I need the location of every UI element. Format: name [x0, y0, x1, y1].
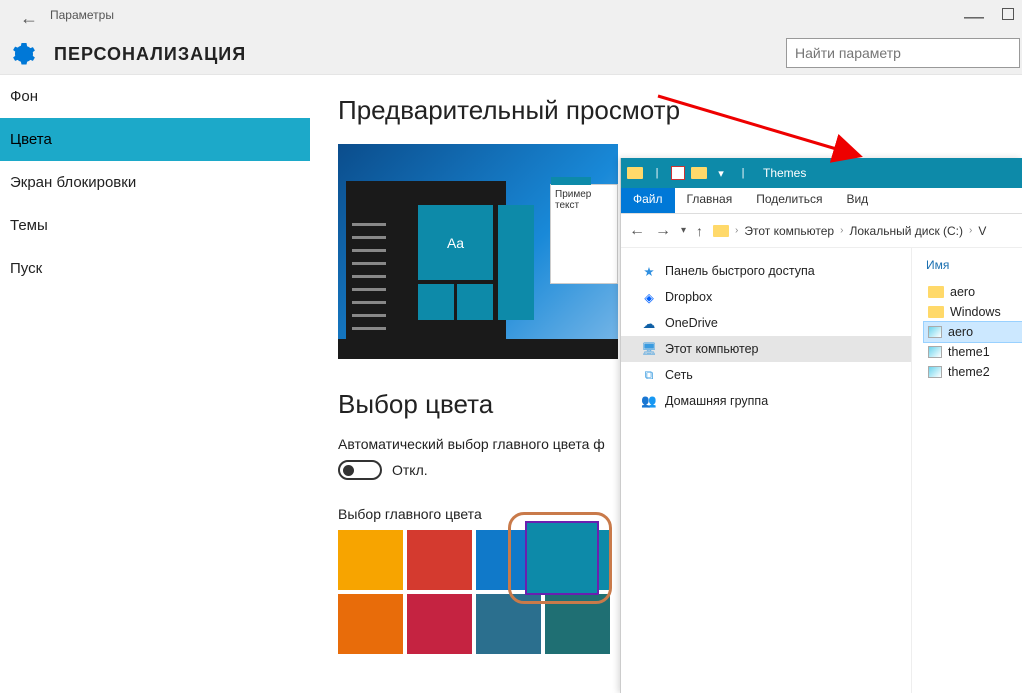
dropdown-icon[interactable]: ▾ — [713, 165, 729, 181]
window-title: Параметры — [50, 8, 114, 22]
sidebar-item-label: Фон — [10, 88, 38, 105]
nav-history-dropdown[interactable]: ▾ — [681, 225, 686, 236]
color-swatch[interactable] — [476, 594, 541, 654]
sidebar-item-start[interactable]: Пуск — [0, 247, 310, 290]
column-header-name[interactable]: Имя — [924, 258, 1022, 272]
sidebar-item-label: Пуск — [10, 260, 42, 277]
tab-home[interactable]: Главная — [675, 188, 745, 213]
sidebar-item-label: Цвета — [10, 131, 52, 148]
preview-app-list — [352, 223, 386, 340]
explorer-titlebar[interactable]: | ▾ | Themes — [621, 158, 1022, 188]
chevron-right-icon[interactable]: › — [840, 225, 843, 236]
breadcrumb-segment[interactable]: V — [978, 224, 986, 238]
chevron-right-icon[interactable]: › — [735, 225, 738, 236]
tree-network[interactable]: ⧉Сеть — [621, 362, 911, 388]
tree-homegroup[interactable]: 👥Домашняя группа — [621, 388, 911, 414]
search-input[interactable] — [786, 38, 1020, 68]
tree-onedrive[interactable]: ☁OneDrive — [621, 310, 911, 336]
explorer-body: ★Панель быстрого доступа ◈Dropbox ☁OneDr… — [621, 248, 1022, 693]
color-swatch[interactable] — [545, 530, 610, 590]
sidebar-item-themes[interactable]: Темы — [0, 204, 310, 247]
preview-tile-small — [457, 284, 493, 320]
explorer-navbar: ← → ▾ ↑ › Этот компьютер › Локальный дис… — [621, 214, 1022, 248]
network-icon: ⧉ — [641, 367, 657, 383]
file-row[interactable]: theme1 — [924, 342, 1022, 362]
tab-file[interactable]: Файл — [621, 188, 675, 213]
preview-taskbar — [338, 339, 618, 359]
theme-file-icon — [928, 346, 942, 358]
settings-header: ← Параметры — ПЕРСОНАЛИЗАЦИЯ — [0, 0, 1022, 75]
sidebar-item-colors[interactable]: Цвета — [0, 118, 310, 161]
sidebar: Фон Цвета Экран блокировки Темы Пуск — [0, 75, 310, 693]
preview-heading: Предварительный просмотр — [338, 95, 1022, 126]
breadcrumb-segment[interactable]: Этот компьютер — [744, 224, 834, 238]
breadcrumb[interactable]: › Этот компьютер › Локальный диск (C:) ›… — [713, 224, 986, 238]
theme-file-icon — [928, 366, 942, 378]
tree-quick-access[interactable]: ★Панель быстрого доступа — [621, 258, 911, 284]
toggle-track[interactable] — [338, 460, 382, 480]
file-row[interactable]: theme2 — [924, 362, 1022, 382]
toggle-state-label: Откл. — [392, 462, 428, 478]
nav-up-button[interactable]: ↑ — [696, 223, 703, 239]
file-row[interactable]: aero — [924, 322, 1022, 342]
preview-tile-small — [418, 284, 454, 320]
file-row[interactable]: aero — [924, 282, 1022, 302]
breadcrumb-segment[interactable]: Локальный диск (C:) — [849, 224, 963, 238]
homegroup-icon: 👥 — [641, 393, 657, 409]
preview-tile-large: Aa — [418, 205, 493, 280]
sidebar-item-label: Темы — [10, 217, 48, 234]
color-swatch[interactable] — [338, 594, 403, 654]
back-button[interactable]: ← — [20, 8, 38, 29]
qat-separator: | — [735, 165, 751, 181]
star-icon: ★ — [641, 263, 657, 279]
color-swatch[interactable] — [545, 594, 610, 654]
tree-this-pc[interactable]: 🖥Этот компьютер — [621, 336, 911, 362]
nav-forward-button[interactable]: → — [655, 222, 671, 240]
cloud-icon: ☁ — [641, 315, 657, 331]
preview-start-menu: Aa — [346, 181, 506, 339]
explorer-ribbon-tabs: Файл Главная Поделиться Вид — [621, 188, 1022, 214]
tab-share[interactable]: Поделиться — [744, 188, 834, 213]
explorer-window: | ▾ | Themes Файл Главная Поделиться Вид… — [620, 158, 1022, 693]
nav-back-button[interactable]: ← — [629, 222, 645, 240]
preview-tile-medium — [498, 205, 534, 320]
maximize-button[interactable] — [1002, 8, 1014, 20]
folder-icon — [928, 286, 944, 298]
preview-thumbnail: Aa Пример текст — [338, 144, 618, 359]
pc-icon: 🖥 — [641, 341, 657, 357]
tree-dropbox[interactable]: ◈Dropbox — [621, 284, 911, 310]
sidebar-item-label: Экран блокировки — [10, 174, 136, 191]
color-swatch[interactable] — [407, 530, 472, 590]
folder-icon — [627, 165, 643, 181]
gear-icon — [12, 42, 36, 66]
minimize-button[interactable]: — — [964, 6, 984, 29]
properties-icon[interactable] — [671, 166, 685, 180]
explorer-title-text: Themes — [763, 166, 806, 180]
color-swatch[interactable] — [407, 594, 472, 654]
chevron-right-icon[interactable]: › — [969, 225, 972, 236]
file-row[interactable]: Windows — [924, 302, 1022, 322]
file-list: Имя aero Windows aero theme1 theme2 — [911, 248, 1022, 693]
navigation-tree: ★Панель быстрого доступа ◈Dropbox ☁OneDr… — [621, 248, 911, 693]
qat-separator: | — [649, 165, 665, 181]
sidebar-item-lockscreen[interactable]: Экран блокировки — [0, 161, 310, 204]
toggle-knob — [343, 465, 354, 476]
preview-sample-window: Пример текст — [550, 184, 618, 284]
color-swatch[interactable] — [476, 530, 541, 590]
folder-icon — [713, 225, 729, 237]
sidebar-item-background[interactable]: Фон — [0, 75, 310, 118]
dropbox-icon: ◈ — [641, 289, 657, 305]
color-swatch[interactable] — [338, 530, 403, 590]
folder-icon — [928, 306, 944, 318]
theme-file-icon — [928, 326, 942, 338]
folder-icon[interactable] — [691, 165, 707, 181]
tab-view[interactable]: Вид — [834, 188, 880, 213]
page-title: ПЕРСОНАЛИЗАЦИЯ — [54, 44, 246, 65]
